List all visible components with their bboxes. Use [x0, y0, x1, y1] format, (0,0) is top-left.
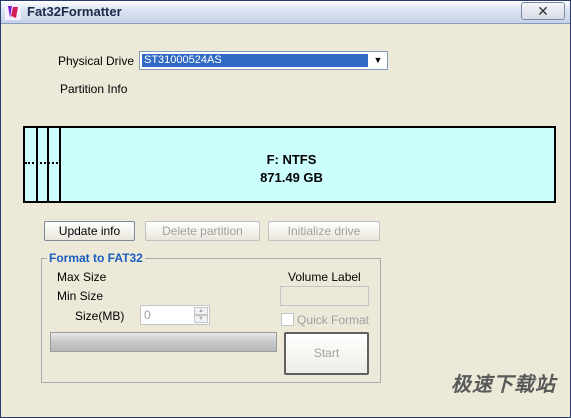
title-bar[interactable]: Fat32Formatter ✕	[1, 1, 570, 24]
physical-drive-select[interactable]: ST31000524AS ▼	[139, 51, 388, 70]
physical-drive-label: Physical Drive	[58, 54, 135, 68]
window-title: Fat32Formatter	[27, 4, 122, 19]
update-info-button[interactable]: Update info	[44, 221, 135, 241]
close-icon: ✕	[537, 3, 549, 19]
chevron-down-icon[interactable]: ▼	[371, 54, 385, 67]
delete-partition-button[interactable]: Delete partition	[145, 221, 260, 241]
watermark: 极速下载站	[451, 372, 556, 396]
app-icon	[5, 4, 21, 20]
initialize-drive-button[interactable]: Initialize drive	[268, 221, 380, 241]
volume-label-input[interactable]	[280, 286, 369, 306]
format-progress-bar	[50, 332, 277, 352]
physical-drive-value: ST31000524AS	[142, 54, 368, 67]
format-group-title: Format to FAT32	[47, 251, 145, 265]
min-size-label: Min Size	[57, 289, 104, 303]
app-window: Fat32Formatter ✕ Physical Drive ST310005…	[0, 0, 571, 418]
partition-map[interactable]: F: NTFS 871.49 GB	[23, 126, 556, 203]
partition-name: F: NTFS	[266, 152, 317, 167]
stepper-down-icon[interactable]: ▼	[194, 315, 208, 323]
start-button[interactable]: Start	[284, 332, 369, 375]
size-stepper[interactable]: 0 ▲ ▼	[140, 305, 210, 325]
size-mb-label: Size(MB)	[75, 309, 125, 323]
quick-format-checkbox[interactable]	[281, 313, 294, 326]
quick-format-label: Quick Format	[297, 313, 370, 327]
close-button[interactable]: ✕	[521, 2, 565, 20]
volume-label-label: Volume Label	[288, 270, 361, 284]
partition-info-label: Partition Info	[60, 82, 128, 96]
size-value: 0	[144, 308, 151, 322]
stepper-up-icon[interactable]: ▲	[194, 307, 208, 315]
partition-size: 871.49 GB	[260, 170, 323, 185]
max-size-label: Max Size	[57, 270, 107, 284]
